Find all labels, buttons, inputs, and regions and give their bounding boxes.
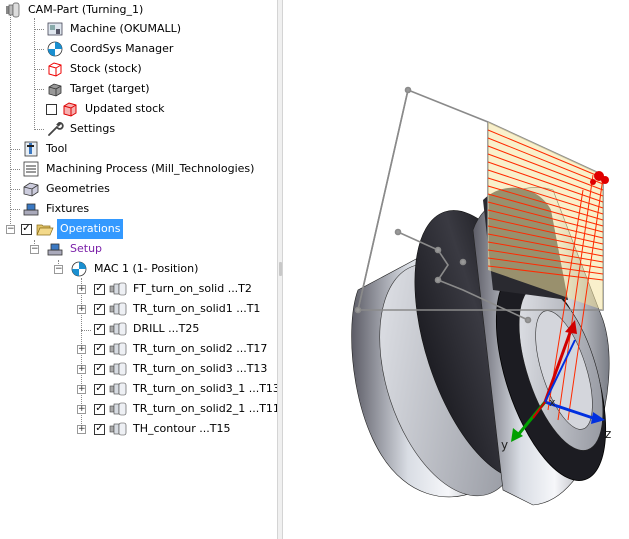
tree-label-operations: Operations (57, 219, 124, 239)
turning-tool-icon (109, 422, 127, 436)
operation-checkbox[interactable]: ✓ (94, 303, 105, 315)
operation-item[interactable]: ✓ TH_contour ...T15 (94, 419, 233, 439)
operations-collapse-toggle[interactable]: − (6, 225, 15, 234)
tree-label-target: Target (target) (70, 82, 150, 95)
z-axis-label: z (605, 427, 611, 441)
operations-checkbox[interactable]: ✓ (21, 223, 32, 235)
stock-icon (48, 62, 62, 77)
turning-tool-icon (109, 322, 127, 336)
tree-label-mac: MAC 1 (1- Position) (94, 262, 199, 275)
turning-tool-icon (109, 382, 127, 396)
3d-scene: z y x (351, 86, 611, 506)
target-icon (48, 83, 62, 97)
operation-expand-toggle[interactable]: + (77, 425, 86, 434)
tree-label-root: CAM-Part (Turning_1) (28, 3, 144, 16)
mac-coordsys-icon (71, 261, 87, 277)
operation-label: TR_turn_on_solid3_1 ...T13 (133, 382, 277, 395)
operation-label: TR_turn_on_solid1 ...T1 (133, 302, 261, 315)
operation-label: FT_turn_on_solid ...T2 (133, 282, 252, 295)
operation-checkbox[interactable]: ✓ (94, 383, 105, 395)
operation-checkbox[interactable]: ✓ (94, 343, 105, 355)
tree-label-machining-process: Machining Process (Mill_Technologies) (46, 162, 255, 175)
updated-stock-checkbox[interactable] (46, 103, 57, 115)
tree-connector (34, 18, 35, 130)
operation-label: DRILL ...T25 (133, 322, 200, 335)
splitter-grip[interactable] (279, 262, 282, 276)
tree-connector (10, 8, 11, 230)
tree-item-tool[interactable]: Tool (22, 139, 70, 159)
operation-expand-toggle[interactable]: + (77, 405, 86, 414)
tree-item-mac[interactable]: MAC 1 (1- Position) (70, 259, 201, 279)
operation-expand-toggle[interactable]: + (77, 305, 86, 314)
operation-checkbox[interactable]: ✓ (94, 323, 105, 335)
turning-tool-icon (109, 302, 127, 316)
cam-part-icon (6, 2, 20, 18)
coordsys-icon (47, 41, 63, 57)
tree-item-settings[interactable]: Settings (46, 119, 118, 139)
tree-item-updated-stock[interactable]: Updated stock (46, 99, 168, 119)
setup-icon (47, 243, 63, 256)
operation-checkbox[interactable]: ✓ (94, 363, 105, 375)
tree-item-machining-process[interactable]: Machining Process (Mill_Technologies) (22, 159, 257, 179)
turning-tool-icon (109, 402, 127, 416)
turning-tool-icon (109, 282, 127, 296)
tree-label-setup: Setup (70, 242, 103, 255)
mac-collapse-toggle[interactable]: − (54, 265, 63, 274)
operation-label: TR_turn_on_solid2_1 ...T11 (133, 402, 277, 415)
tree-item-target[interactable]: Target (target) (46, 79, 153, 99)
operation-item[interactable]: ✓ TR_turn_on_solid1 ...T1 (94, 299, 263, 319)
turning-tool-icon (109, 342, 127, 356)
tree-label-stock: Stock (stock) (70, 62, 142, 75)
operation-label: TR_turn_on_solid2 ...T17 (133, 342, 268, 355)
tree-item-machine[interactable]: Machine (OKUMALL) (46, 19, 184, 39)
operation-expand-toggle[interactable]: + (77, 365, 86, 374)
operation-item[interactable]: ✓ FT_turn_on_solid ...T2 (94, 279, 255, 299)
operation-label: TH_contour ...T15 (133, 422, 231, 435)
tree-item-setup[interactable]: Setup (46, 239, 105, 259)
operation-item[interactable]: ✓ TR_turn_on_solid3 ...T13 (94, 359, 270, 379)
operation-expand-toggle[interactable]: + (77, 385, 86, 394)
operation-checkbox[interactable]: ✓ (94, 283, 105, 295)
operation-item[interactable]: ✓ TR_turn_on_solid2 ...T17 (94, 339, 270, 359)
tree-label-tool: Tool (46, 142, 68, 155)
tree-item-geometries[interactable]: Geometries (22, 179, 113, 199)
operation-item[interactable]: ✓ TR_turn_on_solid2_1 ...T11 (94, 399, 277, 419)
tree-item-coordsys[interactable]: CoordSys Manager (46, 39, 176, 59)
operation-label: TR_turn_on_solid3 ...T13 (133, 362, 268, 375)
operation-expand-toggle[interactable]: + (77, 285, 86, 294)
machining-process-icon (23, 161, 39, 177)
operation-expand-toggle[interactable]: + (77, 345, 86, 354)
geometries-icon (23, 182, 39, 197)
3d-viewport[interactable]: z y x (283, 0, 629, 539)
tree-label-fixtures: Fixtures (46, 202, 90, 215)
folder-open-icon (36, 224, 54, 236)
tree-label-updated-stock: Updated stock (85, 102, 165, 115)
operation-item[interactable]: ✓ TR_turn_on_solid3_1 ...T13 (94, 379, 277, 399)
tree-item-root[interactable]: CAM-Part (Turning_1) (4, 0, 146, 20)
tree-label-coordsys: CoordSys Manager (70, 42, 174, 55)
tree-item-operations[interactable]: ✓ Operations (21, 219, 124, 239)
machine-icon (47, 22, 63, 36)
updated-stock-icon (63, 102, 77, 117)
tree-label-settings: Settings (70, 122, 116, 135)
tree-label-geometries: Geometries (46, 182, 110, 195)
tree-label-machine: Machine (OKUMALL) (70, 22, 182, 35)
operation-item[interactable]: ✓ DRILL ...T25 (94, 319, 202, 339)
tree-item-fixtures[interactable]: Fixtures (22, 199, 92, 219)
tree-item-stock[interactable]: Stock (stock) (46, 59, 145, 79)
wrench-icon (48, 122, 64, 136)
y-axis-label: y (501, 438, 508, 452)
operation-checkbox[interactable]: ✓ (94, 423, 105, 435)
turning-tool-icon (109, 362, 127, 376)
cam-tree-panel: CAM-Part (Turning_1) Machine (OKUMALL) C… (0, 0, 277, 539)
setup-collapse-toggle[interactable]: − (30, 245, 39, 254)
x-axis-label: x (549, 396, 556, 409)
operation-checkbox[interactable]: ✓ (94, 403, 105, 415)
tool-icon (24, 141, 38, 157)
fixtures-icon (23, 203, 39, 216)
